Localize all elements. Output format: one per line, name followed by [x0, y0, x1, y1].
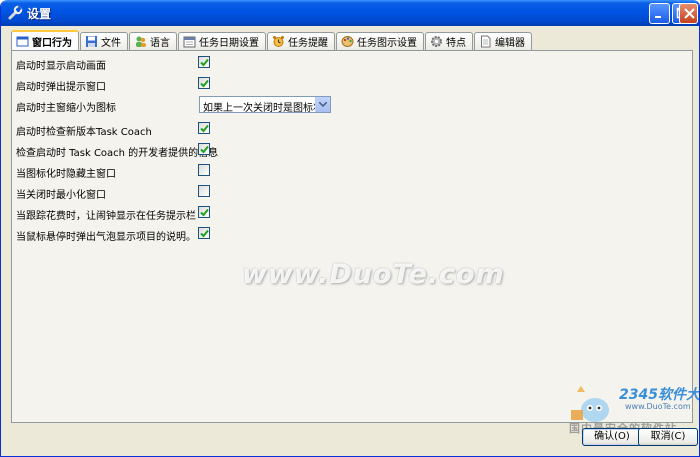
setting-label: 启动时显示启动画面 [16, 61, 106, 72]
title-bar[interactable]: 设置 [1, 0, 699, 26]
setting-checkbox[interactable] [198, 122, 210, 134]
tab-2[interactable]: 文件 [80, 32, 128, 50]
tab-7[interactable]: 特点 [425, 32, 473, 50]
setting-checkbox[interactable] [198, 77, 210, 89]
setting-label: 当鼠标悬停时弹出气泡显示项目的说明。 [16, 232, 196, 243]
minimize-icon [655, 16, 661, 18]
setting-checkbox[interactable] [198, 185, 210, 197]
setting-label: 启动时主窗缩小为图标 [16, 103, 116, 114]
palette-icon [341, 35, 354, 48]
tab-3[interactable]: 语言 [129, 32, 177, 50]
gear-icon [430, 35, 443, 48]
tab-label: 任务图示设置 [357, 38, 417, 49]
people-icon [134, 35, 147, 48]
checkmark-icon [200, 58, 209, 67]
brand-watermark: 2345软件大全 [619, 387, 700, 403]
window-behavior-panel: www.DuoTe.com 启动时显示启动画面 启动时弹出提示窗口 启动时主窗缩小为… [11, 50, 693, 423]
setting-checkbox[interactable] [198, 206, 210, 218]
tab-1[interactable]: 窗口行为 [11, 30, 79, 50]
checkmark-icon [200, 208, 209, 217]
tab-label: 任务提醒 [288, 38, 328, 49]
watermark-text: www.DuoTe.com [242, 259, 505, 290]
setting-checkbox[interactable] [198, 164, 210, 176]
tab-5[interactable]: 任务提醒 [267, 32, 335, 50]
setting-label: 当图标化时隐藏主窗口 [16, 169, 116, 180]
setting-checkbox[interactable] [198, 227, 210, 239]
checkmark-icon [200, 145, 209, 154]
calendar-icon [183, 35, 196, 48]
setting-row: 当关闭时最小化窗口 [14, 182, 690, 202]
tab-label: 特点 [446, 38, 466, 49]
setting-row: 当跟踪花费时，让闹钟显示在任务提示栏 [14, 203, 690, 223]
setting-checkbox[interactable] [198, 56, 210, 68]
tab-6[interactable]: 任务图示设置 [336, 32, 424, 50]
checkmark-icon [200, 79, 209, 88]
setting-label: 启动时弹出提示窗口 [16, 82, 106, 93]
alarm-clock-icon [272, 35, 285, 48]
setting-row: 启动时主窗缩小为图标 如果上一次关闭时是图标状态 [14, 95, 690, 115]
setting-label: 检查启动时 Task Coach 的开发者提供的信息 [16, 148, 219, 159]
tab-4[interactable]: 任务日期设置 [178, 32, 266, 50]
floppy-disk-icon [85, 35, 98, 48]
window-title: 设置 [27, 7, 52, 21]
tab-8[interactable]: 编辑器 [474, 32, 532, 50]
setting-row: 启动时检查新版本Task Coach [14, 119, 690, 139]
setting-row: 当图标化时隐藏主窗口 [14, 161, 690, 181]
close-icon [684, 8, 695, 19]
tab-label: 任务日期设置 [199, 38, 259, 49]
checkmark-icon [200, 124, 209, 133]
chevron-down-icon[interactable] [315, 97, 330, 112]
tab-strip: 窗口行为 文件 语言 任务日期设置 任务提醒 任务图示设置 特点 编辑器 [11, 30, 533, 50]
ok-button[interactable]: 确认(O) [582, 428, 642, 446]
setting-row: 检查启动时 Task Coach 的开发者提供的信息 [14, 140, 690, 160]
setting-row: 当鼠标悬停时弹出气泡显示项目的说明。 [14, 224, 690, 244]
tab-label: 语言 [150, 38, 170, 49]
url-watermark: www.DuoTe.com [625, 402, 691, 411]
minimize-on-startup-select[interactable]: 如果上一次关闭时是图标状态 [199, 96, 331, 113]
cancel-button[interactable]: 取消(C) [638, 428, 698, 446]
checkmark-icon [200, 229, 209, 238]
settings-dialog: 设置 窗口行为 文件 语言 任务日期设置 任务提醒 任务图示设置 特点 编辑器 www.Duo… [0, 0, 700, 457]
close-button[interactable] [679, 3, 698, 24]
setting-label: 当跟踪花费时，让闹钟显示在任务提示栏 [16, 211, 196, 222]
setting-checkbox[interactable] [198, 143, 210, 155]
wrench-icon [8, 5, 23, 20]
window-icon [16, 35, 29, 48]
setting-row: 启动时显示启动画面 [14, 53, 690, 73]
tab-label: 编辑器 [495, 38, 525, 49]
tab-label: 文件 [101, 38, 121, 49]
setting-label: 当关闭时最小化窗口 [16, 190, 106, 201]
document-icon [479, 35, 492, 48]
setting-row: 启动时弹出提示窗口 [14, 74, 690, 94]
setting-label: 启动时检查新版本Task Coach [16, 127, 152, 138]
minimize-button[interactable] [649, 3, 670, 24]
tab-label: 窗口行为 [32, 37, 72, 49]
dialog-content: 窗口行为 文件 语言 任务日期设置 任务提醒 任务图示设置 特点 编辑器 www.DuoTe.… [5, 26, 700, 453]
select-value: 如果上一次关闭时是图标状态 [203, 103, 331, 113]
